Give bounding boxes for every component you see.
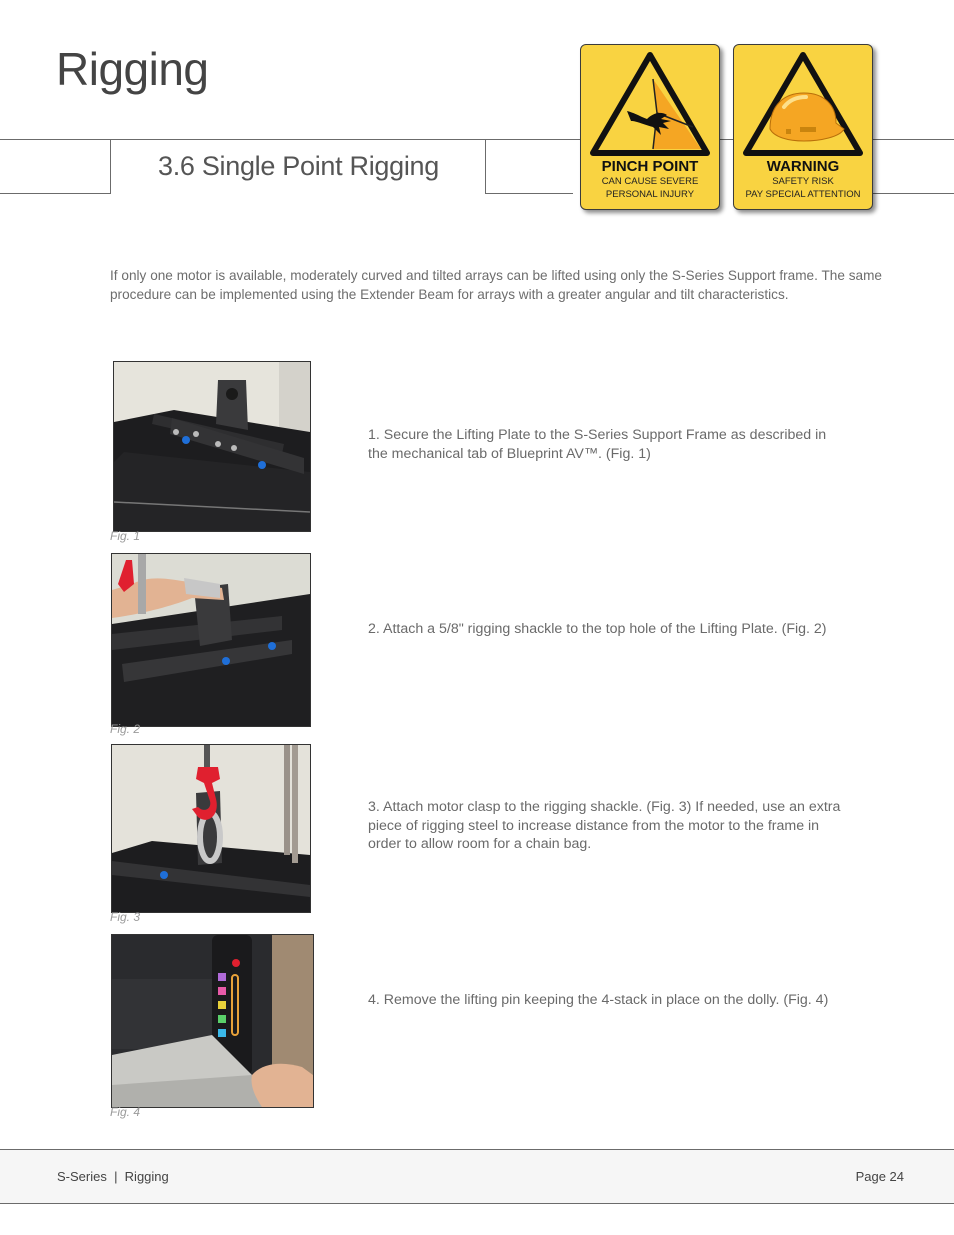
warning-sign: WARNING SAFETY RISK PAY SPECIAL ATTENTIO… (733, 44, 873, 210)
figure-2-photo (111, 553, 311, 727)
pinch-point-icon (590, 52, 710, 156)
page-title: Rigging (56, 43, 209, 95)
pinch-point-line2: PERSONAL INJURY (605, 189, 695, 200)
figure-1-caption: Fig. 1 (110, 529, 141, 543)
footer-breadcrumb: S-Series | Rigging (57, 1169, 169, 1184)
page-number: Page 24 (855, 1169, 904, 1184)
figure-1-photo (113, 361, 311, 532)
header-rule-bottom-right (485, 193, 573, 194)
warning-heading: WARNING (766, 158, 840, 175)
intro-paragraph: If only one motor is available, moderate… (110, 268, 882, 302)
header-rule-bottom-left (0, 193, 111, 194)
warning-line1: SAFETY RISK (772, 176, 834, 187)
figure-2-caption: Fig. 2 (110, 722, 141, 736)
figure-3-photo (111, 744, 311, 913)
header-divider-right (485, 139, 486, 194)
step-3-text: 3. Attach motor clasp to the rigging sha… (368, 799, 841, 852)
step-4-text: 4. Remove the lifting pin keeping the 4-… (368, 992, 829, 1008)
step-2-text: 2. Attach a 5/8" rigging shackle to the … (368, 621, 827, 637)
page-footer: S-Series | Rigging Page 24 (0, 1149, 954, 1204)
header-rule-bottom-far-right (872, 193, 954, 194)
header-divider-left (110, 139, 111, 194)
pinch-point-heading: PINCH POINT (601, 158, 699, 175)
section-title: 3.6 Single Point Rigging (158, 151, 439, 181)
hard-hat-icon (743, 52, 863, 156)
figure-4-photo (111, 934, 314, 1108)
figure-4-caption: Fig. 4 (110, 1105, 141, 1119)
step-1-text: 1. Secure the Lifting Plate to the S-Ser… (368, 427, 827, 462)
pinch-point-line1: CAN CAUSE SEVERE (601, 176, 699, 187)
figure-3-caption: Fig. 3 (110, 910, 141, 924)
pinch-point-sign: PINCH POINT CAN CAUSE SEVERE PERSONAL IN… (580, 44, 720, 210)
warning-line2: PAY SPECIAL ATTENTION (745, 189, 861, 200)
